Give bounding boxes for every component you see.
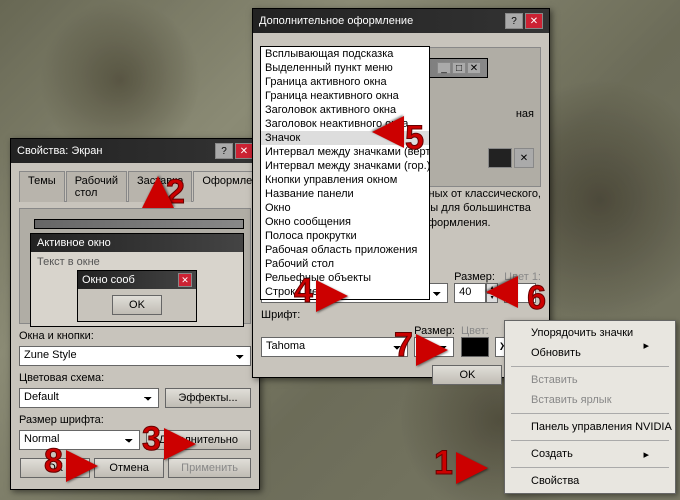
dropdown-item[interactable]: Рельефные объекты	[261, 271, 429, 285]
dropdown-item[interactable]: Выделенный пункт меню	[261, 61, 429, 75]
font-size-select[interactable]: Normal	[19, 430, 140, 450]
appearance-preview: Активное окно Текст в окне Окно сооб ✕ O…	[19, 208, 251, 324]
size-spin-down[interactable]: ▾	[486, 293, 498, 303]
dropdown-item[interactable]: Рабочая область приложения	[261, 243, 429, 257]
display-ok-button[interactable]: OK	[20, 458, 90, 478]
context-item[interactable]: Упорядочить значки	[507, 323, 673, 343]
context-item[interactable]: Свойства	[507, 471, 673, 491]
preview-body-text: Текст в окне	[37, 256, 100, 268]
color-scheme-select[interactable]: Default	[19, 388, 159, 408]
help-button-2[interactable]: ?	[505, 13, 523, 29]
dropdown-item[interactable]: Значок	[261, 131, 429, 145]
adv-size-label: Размер:	[454, 271, 498, 283]
windows-buttons-select[interactable]: Zune Style	[19, 346, 251, 366]
context-item: Вставить ярлык	[507, 390, 673, 410]
context-item[interactable]: Панель управления NVIDIA	[507, 417, 673, 437]
close-swatch-icon: ✕	[514, 148, 534, 168]
dropdown-item[interactable]: Всплывающая подсказка	[261, 47, 429, 61]
preview-msg-close-icon: ✕	[178, 273, 192, 287]
close-button-2[interactable]: ✕	[525, 13, 543, 29]
context-item[interactable]: Создать	[507, 444, 673, 464]
context-separator	[511, 366, 669, 367]
close-button[interactable]: ✕	[235, 143, 253, 159]
dropdown-item[interactable]: Окно	[261, 201, 429, 215]
dropdown-item[interactable]: Кнопки управления окном	[261, 173, 429, 187]
advanced-button[interactable]: Дополнительно	[146, 430, 251, 450]
dropdown-item[interactable]: Интервал между значками (верт.)	[261, 145, 429, 159]
tab-desktop[interactable]: Рабочий стол	[66, 171, 127, 202]
size-spin-up[interactable]: ▴	[486, 283, 498, 293]
preview-msg-title: Окно сооб	[82, 274, 135, 286]
font-size-label: Размер шрифта:	[19, 414, 251, 426]
min-icon: _	[437, 62, 451, 74]
adv-preview-text-1: ная	[516, 108, 534, 120]
max-icon: □	[452, 62, 466, 74]
dropdown-item[interactable]: Строка меню	[261, 285, 429, 299]
advanced-titlebar: Дополнительное оформление ? ✕	[253, 9, 549, 33]
advanced-ok-button[interactable]: OK	[432, 365, 502, 385]
dropdown-item[interactable]: Заголовок активного окна	[261, 103, 429, 117]
dropdown-item[interactable]: Название панели	[261, 187, 429, 201]
adv-color1-label: Цвет 1:	[504, 271, 541, 283]
dropdown-item[interactable]: Рабочий стол	[261, 257, 429, 271]
dropdown-item[interactable]: Граница активного окна	[261, 75, 429, 89]
effects-button[interactable]: Эффекты...	[165, 388, 251, 408]
display-props-title: Свойства: Экран	[17, 145, 102, 157]
dropdown-item[interactable]: Окно сообщения	[261, 215, 429, 229]
adv-fontsize-label: Размер:	[414, 325, 455, 337]
dropdown-item[interactable]: Граница неактивного окна	[261, 89, 429, 103]
size-input[interactable]: 40	[454, 283, 486, 303]
dropdown-item[interactable]: Интервал между значками (гор.)	[261, 159, 429, 173]
close-icon: ✕	[467, 62, 481, 74]
color1-picker	[504, 283, 536, 303]
dropdown-item[interactable]: Заголовок неактивного окна	[261, 117, 429, 131]
context-separator	[511, 467, 669, 468]
context-separator	[511, 440, 669, 441]
adv-fontcolor-label: Цвет:	[461, 325, 489, 337]
tab-themes[interactable]: Темы	[19, 171, 65, 202]
font-select[interactable]: Tahoma	[261, 337, 408, 357]
display-apply-button[interactable]: Применить	[168, 458, 251, 478]
dropdown-item[interactable]: Полоса прокрутки	[261, 229, 429, 243]
display-tabs: Темы Рабочий стол Заставка Оформление П	[19, 171, 251, 202]
preview-active-title: Активное окно	[37, 237, 111, 249]
advanced-title: Дополнительное оформление	[259, 15, 413, 27]
tab-screensaver[interactable]: Заставка	[128, 171, 192, 202]
desktop-context-menu: Упорядочить значкиОбновитьВставитьВстави…	[504, 320, 676, 494]
font-size-input[interactable]: 8	[414, 337, 454, 357]
color-swatch	[488, 148, 512, 168]
font-color-picker[interactable]	[461, 337, 489, 357]
element-dropdown-list[interactable]: Всплывающая подсказкаВыделенный пункт ме…	[260, 46, 430, 300]
display-props-titlebar: Свойства: Экран ? ✕	[11, 139, 259, 163]
display-properties-window: Свойства: Экран ? ✕ Темы Рабочий стол За…	[10, 138, 260, 490]
color-scheme-label: Цветовая схема:	[19, 372, 251, 384]
windows-buttons-label: Окна и кнопки:	[19, 330, 251, 342]
preview-msg-ok: OK	[112, 295, 162, 315]
context-separator	[511, 413, 669, 414]
context-item: Вставить	[507, 370, 673, 390]
adv-font-label: Шрифт:	[261, 309, 541, 321]
help-button[interactable]: ?	[215, 143, 233, 159]
display-cancel-button[interactable]: Отмена	[94, 458, 164, 478]
